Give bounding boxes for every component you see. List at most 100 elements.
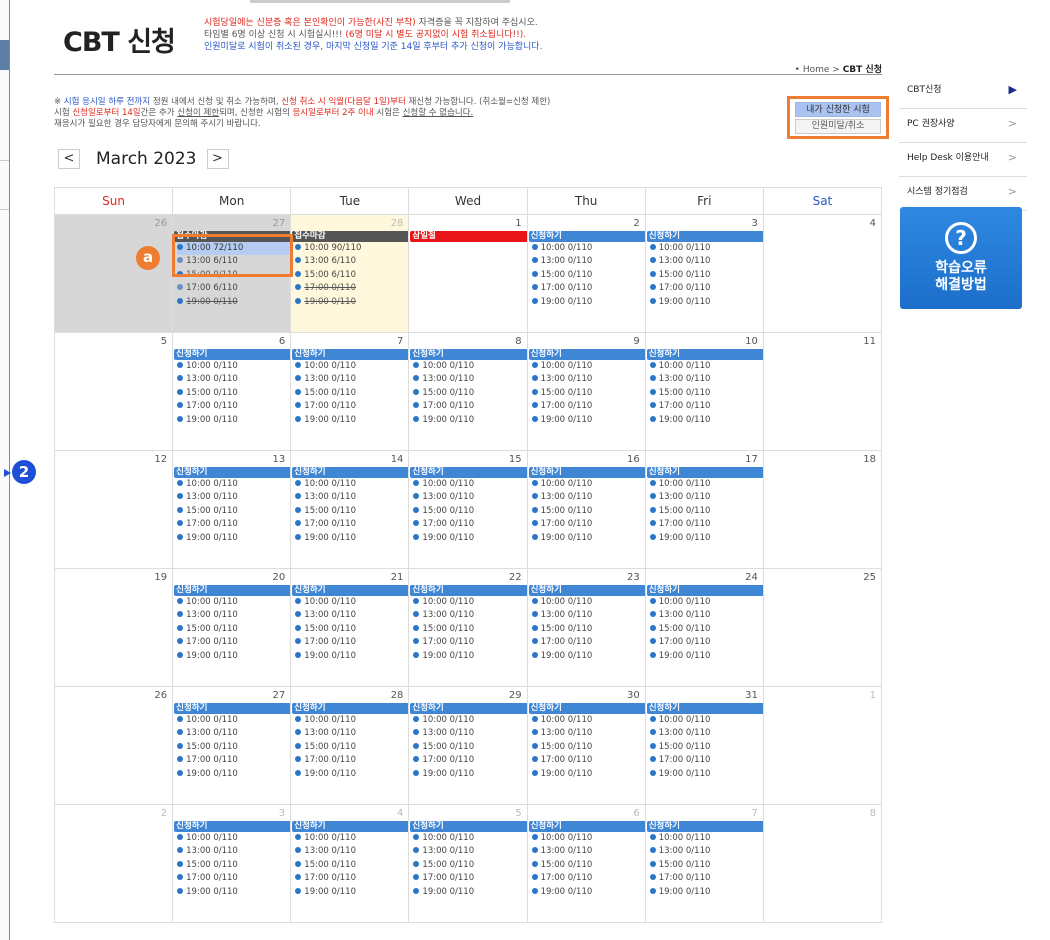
time-slot[interactable]: 19:00 0/110 xyxy=(413,768,526,781)
time-slot[interactable]: 13:00 0/110 xyxy=(649,609,763,622)
apply-button[interactable]: 신청하기 xyxy=(528,585,645,596)
my-exams-button[interactable]: 내가 신청한 시험 xyxy=(795,102,881,117)
time-slot[interactable]: 17:00 0/110 xyxy=(177,518,290,531)
prev-month-button[interactable]: < xyxy=(58,149,80,169)
time-slot[interactable]: 13:00 0/110 xyxy=(177,609,290,622)
apply-button[interactable]: 신청하기 xyxy=(174,349,291,360)
time-slot[interactable]: 15:00 0/110 xyxy=(295,505,408,518)
apply-button[interactable]: 신청하기 xyxy=(646,585,763,596)
time-slot[interactable]: 19:00 0/110 xyxy=(649,768,763,781)
time-slot[interactable]: 17:00 0/110 xyxy=(177,872,290,885)
time-slot[interactable]: 10:00 0/110 xyxy=(295,478,408,491)
time-slot[interactable]: 15:00 0/110 xyxy=(649,387,763,400)
apply-button[interactable]: 신청하기 xyxy=(292,349,409,360)
time-slot[interactable]: 13:00 0/110 xyxy=(649,255,763,268)
apply-button[interactable]: 신청하기 xyxy=(528,467,645,478)
apply-button[interactable]: 신청하기 xyxy=(646,821,763,832)
time-slot[interactable]: 19:00 0/110 xyxy=(413,532,526,545)
time-slot[interactable]: 19:00 0/110 xyxy=(295,886,408,899)
time-slot[interactable]: 15:00 0/110 xyxy=(295,387,408,400)
time-slot[interactable]: 15:00 0/110 xyxy=(413,623,526,636)
time-slot[interactable]: 10:00 0/110 xyxy=(295,832,408,845)
time-slot[interactable]: 15:00 0/110 xyxy=(295,859,408,872)
time-slot[interactable]: 17:00 0/110 xyxy=(649,872,763,885)
time-slot[interactable]: 17:00 0/110 xyxy=(177,636,290,649)
time-slot[interactable]: 15:00 0/110 xyxy=(413,505,526,518)
time-slot[interactable]: 19:00 0/110 xyxy=(649,414,763,427)
time-slot[interactable]: 10:00 0/110 xyxy=(295,360,408,373)
time-slot[interactable]: 10:00 0/110 xyxy=(177,714,290,727)
apply-button[interactable]: 신청하기 xyxy=(410,703,527,714)
time-slot[interactable]: 17:00 0/110 xyxy=(531,518,645,531)
apply-button[interactable]: 신청하기 xyxy=(410,467,527,478)
cancelled-exams-button[interactable]: 인원미달/취소 xyxy=(795,119,881,134)
time-slot[interactable]: 15:00 0/110 xyxy=(177,505,290,518)
apply-button[interactable]: 신청하기 xyxy=(292,703,409,714)
time-slot[interactable]: 10:00 0/110 xyxy=(413,714,526,727)
time-slot[interactable]: 17:00 0/110 xyxy=(531,754,645,767)
time-slot[interactable]: 10:00 90/110 xyxy=(295,242,408,255)
time-slot[interactable]: 15:00 0/110 xyxy=(413,387,526,400)
top-scrollbar[interactable] xyxy=(250,0,510,3)
time-slot[interactable]: 17:00 0/110 xyxy=(177,754,290,767)
time-slot[interactable]: 13:00 0/110 xyxy=(649,845,763,858)
time-slot[interactable]: 19:00 0/110 xyxy=(531,296,645,309)
sidebar-item[interactable]: Help Desk 이용안내 > xyxy=(899,143,1027,177)
time-slot[interactable]: 10:00 0/110 xyxy=(649,478,763,491)
apply-button[interactable]: 신청하기 xyxy=(174,821,291,832)
time-slot[interactable]: 17:00 0/110 xyxy=(295,282,408,295)
time-slot[interactable]: 15:00 0/110 xyxy=(531,859,645,872)
time-slot[interactable]: 13:00 0/110 xyxy=(295,609,408,622)
time-slot[interactable]: 15:00 0/110 xyxy=(649,741,763,754)
time-slot[interactable]: 15:00 0/110 xyxy=(531,741,645,754)
time-slot[interactable]: 10:00 72/110 xyxy=(177,242,291,256)
apply-button[interactable]: 신청하기 xyxy=(174,585,291,596)
time-slot[interactable]: 17:00 6/110 xyxy=(177,282,290,295)
time-slot[interactable]: 10:00 0/110 xyxy=(177,360,290,373)
time-slot[interactable]: 10:00 0/110 xyxy=(649,832,763,845)
time-slot[interactable]: 19:00 0/110 xyxy=(413,650,526,663)
time-slot[interactable]: 17:00 0/110 xyxy=(295,636,408,649)
time-slot[interactable]: 13:00 0/110 xyxy=(531,845,645,858)
next-month-button[interactable]: > xyxy=(206,149,229,169)
time-slot[interactable]: 19:00 0/110 xyxy=(177,296,290,309)
apply-button[interactable]: 신청하기 xyxy=(292,467,409,478)
time-slot[interactable]: 10:00 0/110 xyxy=(413,478,526,491)
apply-button[interactable]: 신청하기 xyxy=(646,349,763,360)
time-slot[interactable]: 15:00 0/110 xyxy=(177,387,290,400)
sidebar-item[interactable]: PC 권장사양 > xyxy=(899,109,1027,143)
time-slot[interactable]: 13:00 0/110 xyxy=(531,609,645,622)
time-slot[interactable]: 17:00 0/110 xyxy=(531,872,645,885)
time-slot[interactable]: 13:00 0/110 xyxy=(649,373,763,386)
time-slot[interactable]: 13:00 0/110 xyxy=(177,491,290,504)
time-slot[interactable]: 13:00 0/110 xyxy=(649,727,763,740)
time-slot[interactable]: 19:00 0/110 xyxy=(531,414,645,427)
apply-button[interactable]: 신청하기 xyxy=(528,231,645,242)
time-slot[interactable]: 19:00 0/110 xyxy=(177,532,290,545)
time-slot[interactable]: 15:00 0/110 xyxy=(177,741,290,754)
time-slot[interactable]: 19:00 0/110 xyxy=(177,414,290,427)
time-slot[interactable]: 13:00 0/110 xyxy=(413,845,526,858)
time-slot[interactable]: 15:00 0/110 xyxy=(177,859,290,872)
time-slot[interactable]: 10:00 0/110 xyxy=(649,242,763,255)
apply-button[interactable]: 신청하기 xyxy=(528,703,645,714)
time-slot[interactable]: 17:00 0/110 xyxy=(413,636,526,649)
time-slot[interactable]: 19:00 0/110 xyxy=(295,768,408,781)
learning-error-help-banner[interactable]: ? 학습오류 해결방법 xyxy=(900,207,1022,309)
time-slot[interactable]: 13:00 0/110 xyxy=(531,727,645,740)
time-slot[interactable]: 15:00 0/110 xyxy=(531,387,645,400)
time-slot[interactable]: 17:00 0/110 xyxy=(295,400,408,413)
time-slot[interactable]: 19:00 0/110 xyxy=(649,296,763,309)
time-slot[interactable]: 19:00 0/110 xyxy=(295,650,408,663)
time-slot[interactable]: 13:00 6/110 xyxy=(177,255,290,268)
apply-button[interactable]: 신청하기 xyxy=(528,821,645,832)
time-slot[interactable]: 17:00 0/110 xyxy=(649,282,763,295)
time-slot[interactable]: 19:00 0/110 xyxy=(413,886,526,899)
apply-button[interactable]: 신청하기 xyxy=(410,349,527,360)
time-slot[interactable]: 15:00 0/110 xyxy=(649,505,763,518)
apply-button[interactable]: 신청하기 xyxy=(174,467,291,478)
time-slot[interactable]: 13:00 6/110 xyxy=(295,255,408,268)
time-slot[interactable]: 15:00 0/110 xyxy=(649,859,763,872)
time-slot[interactable]: 15:00 0/110 xyxy=(177,269,290,282)
time-slot[interactable]: 15:00 0/110 xyxy=(649,269,763,282)
